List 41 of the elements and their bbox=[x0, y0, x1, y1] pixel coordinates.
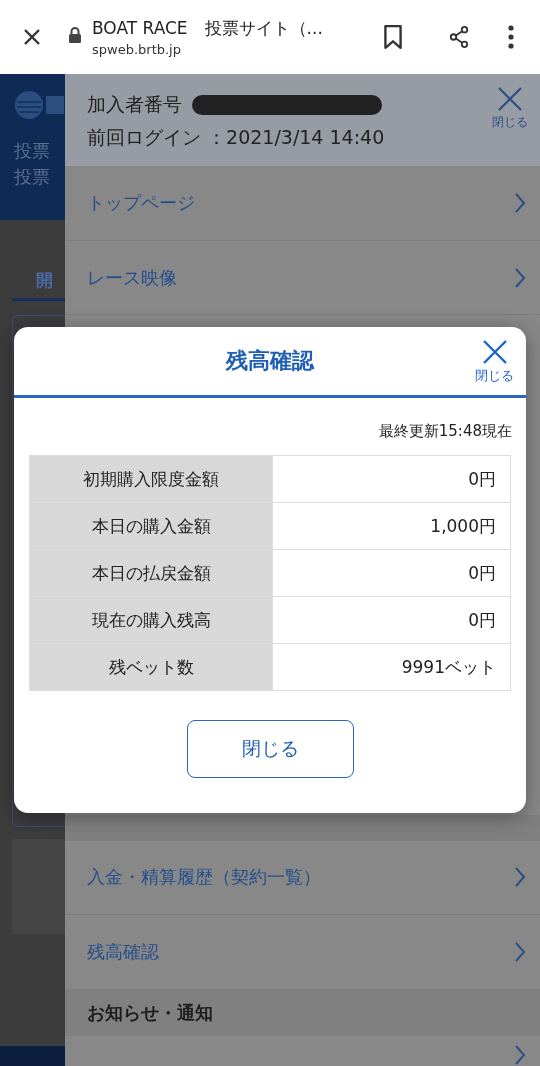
share-icon[interactable] bbox=[448, 24, 470, 50]
close-icon bbox=[497, 86, 523, 112]
header-text: 投票 bbox=[14, 165, 51, 189]
dialog-close-button[interactable]: 閉じる bbox=[475, 339, 514, 385]
more-icon[interactable] bbox=[508, 25, 514, 49]
menu-item[interactable]: レース映像 bbox=[65, 240, 540, 316]
table-cell: 0円 bbox=[272, 596, 511, 644]
update-time: 最終更新15:48現在 bbox=[378, 422, 512, 441]
chevron-icon bbox=[514, 1044, 526, 1066]
menu-item[interactable]: 入金・精算履歴（契約一覧） bbox=[65, 840, 540, 916]
table-cell: 0円 bbox=[272, 549, 511, 597]
page-url: spweb.brtb.jp bbox=[92, 42, 182, 57]
tab[interactable]: 開 bbox=[12, 269, 53, 298]
lock-icon bbox=[68, 26, 82, 44]
section-heading: お知らせ・通知 bbox=[87, 1000, 213, 1025]
menu-close-button[interactable]: 閉じる bbox=[492, 74, 528, 131]
table-cell: 0円 bbox=[272, 455, 511, 503]
close-icon bbox=[481, 339, 508, 365]
table-cell: 本日の購入金額 bbox=[29, 502, 273, 550]
table-cell: 9991ベット bbox=[272, 643, 511, 691]
table-cell: 本日の払戻金額 bbox=[29, 549, 273, 597]
footer-bar bbox=[0, 1046, 65, 1066]
close-button[interactable]: 閉じる bbox=[186, 720, 354, 778]
close-icon[interactable] bbox=[22, 27, 42, 47]
bookmark-icon[interactable] bbox=[382, 24, 404, 50]
dialog-title: 残高確認 bbox=[226, 347, 314, 375]
last-login: 前回ログイン ：2021/3/14 14:40 bbox=[87, 125, 385, 150]
chevron-icon bbox=[514, 192, 526, 215]
page-title: BOAT RACE 投票サイト（... bbox=[92, 17, 324, 40]
logo-icon bbox=[14, 90, 64, 120]
chevron-icon bbox=[514, 940, 526, 963]
table-cell: 1,000円 bbox=[272, 502, 511, 550]
menu-item[interactable]: 残高確認 bbox=[65, 915, 540, 990]
table-cell: 初期購入限度金額 bbox=[29, 455, 273, 503]
menu-item[interactable]: トップページ bbox=[65, 166, 540, 241]
chevron-icon bbox=[514, 266, 526, 289]
chevron-icon bbox=[514, 866, 526, 889]
member-label: 加入者番号 bbox=[87, 92, 182, 117]
table-cell: 現在の購入残高 bbox=[29, 596, 273, 644]
header-text: 投票 bbox=[14, 139, 51, 163]
table-cell: 残ベット数 bbox=[29, 643, 273, 691]
